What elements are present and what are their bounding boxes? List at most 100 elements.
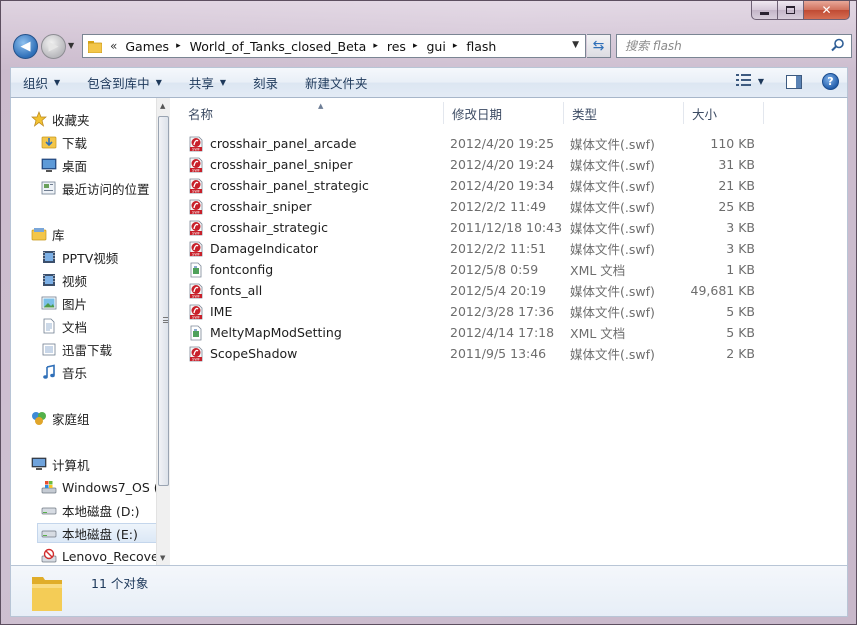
column-header-size-label: 大小: [692, 106, 718, 122]
table-row[interactable]: SWF IME 2012/3/28 17:36 媒体文件(.swf) 5 KB: [188, 301, 762, 322]
nav-item[interactable]: 视频: [41, 270, 87, 290]
music-library-icon: [41, 364, 57, 380]
navigation-pane-scrollbar[interactable]: ▲ ▼: [156, 98, 170, 565]
table-row[interactable]: SWF crosshair_panel_arcade 2012/4/20 19:25…: [188, 133, 762, 154]
column-header-type[interactable]: 类型: [564, 102, 684, 124]
breadcrumb-separator-icon[interactable]: ▸: [368, 41, 385, 51]
nav-item[interactable]: 音乐: [41, 362, 87, 382]
table-row[interactable]: SWF crosshair_sniper 2012/2/2 11:49 媒体文件(.s…: [188, 196, 762, 217]
svg-text:SWF: SWF: [192, 211, 200, 215]
table-row[interactable]: MeltyMapModSetting 2012/4/14 17:18 XML 文档 5…: [188, 322, 762, 343]
column-header-date[interactable]: 修改日期: [444, 102, 564, 124]
breadcrumb-item[interactable]: flash: [464, 39, 498, 54]
breadcrumb-separator-icon[interactable]: ▸: [171, 41, 188, 51]
documents-library-icon: [41, 318, 57, 334]
chevron-down-icon[interactable]: ▼: [758, 77, 764, 86]
svg-text:SWF: SWF: [192, 148, 200, 152]
nav-item[interactable]: Lenovo_Recove: [41, 546, 156, 565]
nav-item[interactable]: 下载: [41, 132, 87, 152]
close-icon: ✕: [821, 3, 832, 17]
command-label: 组织: [23, 76, 49, 91]
command-2[interactable]: 共享 ▼: [189, 73, 226, 92]
swf-file-icon: SWF: [188, 241, 204, 257]
address-bar[interactable]: « Games ▸ World_of_Tanks_closed_Beta ▸ res ▸ g…: [82, 34, 586, 58]
file-date: 2012/4/14 17:18: [450, 325, 555, 340]
table-row[interactable]: SWF crosshair_panel_sniper 2012/4/20 19:24…: [188, 154, 762, 175]
command-4[interactable]: 新建文件夹: [305, 73, 368, 92]
search-input[interactable]: [625, 39, 815, 53]
file-name: IME: [210, 304, 233, 319]
minimize-button[interactable]: [751, 1, 778, 20]
table-row[interactable]: fontconfig 2012/5/8 0:59 XML 文档 1 KB: [188, 259, 762, 280]
preview-pane-icon[interactable]: [786, 74, 802, 89]
command-0[interactable]: 组织 ▼: [23, 73, 60, 92]
drive-icon: [41, 502, 57, 518]
breadcrumb-item[interactable]: Games: [123, 39, 171, 54]
table-row[interactable]: SWF crosshair_strategic 2011/12/18 10:43 媒体…: [188, 217, 762, 238]
forward-button[interactable]: ▶: [41, 34, 66, 59]
column-header-size[interactable]: 大小: [684, 102, 764, 124]
nav-item[interactable]: 收藏夹: [31, 109, 90, 129]
column-header-name[interactable]: 名称 ▲: [180, 102, 444, 124]
caption-buttons: ✕: [751, 1, 850, 20]
change-view-button[interactable]: ▼: [735, 73, 764, 90]
table-row[interactable]: SWF ScopeShadow 2011/9/5 13:46 媒体文件(.swf) 2 …: [188, 343, 762, 364]
view-list-icon: [735, 73, 752, 90]
nav-item[interactable]: 图片: [41, 293, 87, 313]
file-name: ScopeShadow: [210, 346, 298, 361]
breadcrumb-item[interactable]: gui: [424, 39, 447, 54]
scroll-up-arrow[interactable]: ▲: [160, 102, 165, 110]
breadcrumb-separator-icon[interactable]: ▸: [408, 41, 425, 51]
nav-item[interactable]: 计算机: [31, 454, 90, 474]
file-date: 2012/3/28 17:36: [450, 304, 555, 319]
command-3[interactable]: 刻录: [253, 73, 278, 92]
maximize-button[interactable]: [778, 1, 804, 20]
address-dropdown[interactable]: ▼: [572, 40, 579, 50]
back-button[interactable]: ◀: [13, 34, 38, 59]
table-row[interactable]: SWF fonts_all 2012/5/4 20:19 媒体文件(.swf) 49,6…: [188, 280, 762, 301]
close-button[interactable]: ✕: [804, 1, 850, 20]
command-label: 新建文件夹: [305, 76, 368, 91]
scrollbar-thumb[interactable]: [158, 116, 169, 486]
system-drive-icon: [41, 479, 57, 495]
navigation-pane: 收藏夹下载桌面最近访问的位置库 PPTV视频视频图片文档迅雷下载音乐家庭组计算机 W…: [11, 98, 156, 565]
refresh-icon: ⇆: [592, 38, 605, 54]
file-date: 2012/4/20 19:34: [450, 178, 555, 193]
breadcrumb-item[interactable]: res: [385, 39, 408, 54]
nav-item[interactable]: 库: [31, 224, 65, 244]
command-1[interactable]: 包含到库中 ▼: [87, 73, 162, 92]
table-row[interactable]: SWF DamageIndicator 2012/2/2 11:51 媒体文件(.sw…: [188, 238, 762, 259]
nav-item-label: 下载: [62, 135, 88, 151]
scroll-down-arrow[interactable]: ▼: [160, 554, 165, 562]
breadcrumb-overflow[interactable]: «: [106, 39, 123, 53]
nav-item-label: 视频: [62, 273, 88, 289]
nav-item[interactable]: 本地磁盘 (E:): [37, 523, 156, 543]
nav-item[interactable]: 桌面: [41, 155, 87, 175]
file-type: 媒体文件(.swf): [570, 200, 655, 215]
file-size: 3 KB: [726, 220, 755, 235]
file-name: crosshair_panel_arcade: [210, 136, 357, 151]
table-row[interactable]: SWF crosshair_panel_strategic 2012/4/20 19…: [188, 175, 762, 196]
details-pane: 11 个对象: [10, 565, 848, 617]
breadcrumb-item[interactable]: World_of_Tanks_closed_Beta: [188, 39, 369, 54]
file-size: 31 KB: [718, 157, 755, 172]
column-header-type-label: 类型: [572, 106, 598, 122]
search-icon[interactable]: [831, 38, 845, 52]
file-size: 1 KB: [726, 262, 755, 277]
minimize-icon: [760, 11, 769, 15]
nav-item[interactable]: 文档: [41, 316, 87, 336]
nav-item[interactable]: 家庭组: [31, 408, 90, 428]
refresh-button[interactable]: ⇆: [587, 34, 611, 58]
swf-file-icon: SWF: [188, 346, 204, 362]
file-name: DamageIndicator: [210, 241, 318, 256]
recent-pages-dropdown[interactable]: ▼: [68, 41, 74, 50]
file-name: fonts_all: [210, 283, 263, 298]
nav-item[interactable]: 最近访问的位置: [41, 178, 150, 198]
help-button[interactable]: ?: [822, 73, 839, 90]
breadcrumb-separator-icon[interactable]: ▸: [448, 41, 465, 51]
nav-item[interactable]: 迅雷下载: [41, 339, 112, 359]
nav-item[interactable]: Windows7_OS (: [41, 477, 156, 497]
nav-item[interactable]: 本地磁盘 (D:): [41, 500, 140, 520]
command-bar-right: ▼ ?: [735, 73, 839, 90]
nav-item[interactable]: PPTV视频: [41, 247, 118, 267]
